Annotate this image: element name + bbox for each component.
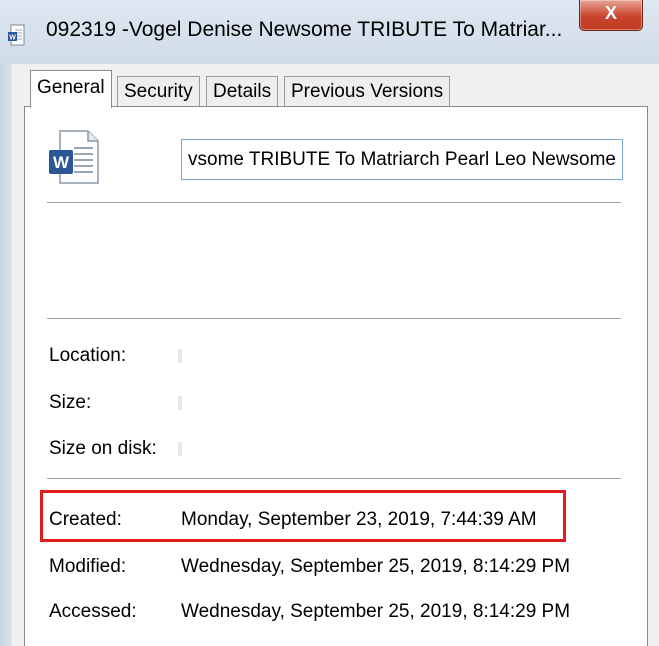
title-bar[interactable]: W 092319 -Vogel Denise Newsome TRIBUTE T… <box>0 0 659 64</box>
tab-label: General <box>37 77 105 98</box>
tab-label: Security <box>124 81 193 102</box>
tab-label: Previous Versions <box>291 81 444 102</box>
location-value <box>178 349 182 363</box>
divider <box>47 478 621 480</box>
window-border <box>0 64 12 646</box>
word-document-icon: W <box>49 130 99 184</box>
close-icon: X <box>604 3 617 23</box>
svg-text:W: W <box>9 35 16 42</box>
divider <box>47 202 621 204</box>
tab-label: Details <box>213 81 272 102</box>
divider <box>47 318 621 320</box>
location-label: Location: <box>49 345 127 366</box>
properties-window: W 092319 -Vogel Denise Newsome TRIBUTE T… <box>0 0 659 646</box>
modified-label: Modified: <box>49 556 127 577</box>
svg-text:W: W <box>53 153 70 172</box>
tab-security[interactable]: Security <box>117 76 200 106</box>
highlight-box <box>40 490 566 542</box>
close-button[interactable]: X <box>579 0 643 31</box>
size-label: Size: <box>49 392 92 413</box>
file-name-input[interactable] <box>181 139 623 180</box>
tab-details[interactable]: Details <box>206 76 279 106</box>
window-title: 092319 -Vogel Denise Newsome TRIBUTE To … <box>46 18 563 41</box>
size-on-disk-value <box>178 442 182 456</box>
word-document-icon: W <box>8 24 25 46</box>
size-on-disk-label: Size on disk: <box>49 438 157 459</box>
tab-previous-versions[interactable]: Previous Versions <box>284 76 451 106</box>
size-value <box>178 396 182 410</box>
modified-value: Wednesday, September 25, 2019, 8:14:29 P… <box>181 556 571 577</box>
accessed-label: Accessed: <box>49 601 137 622</box>
tab-general[interactable]: General <box>30 70 112 108</box>
accessed-value: Wednesday, September 25, 2019, 8:14:29 P… <box>181 601 571 622</box>
